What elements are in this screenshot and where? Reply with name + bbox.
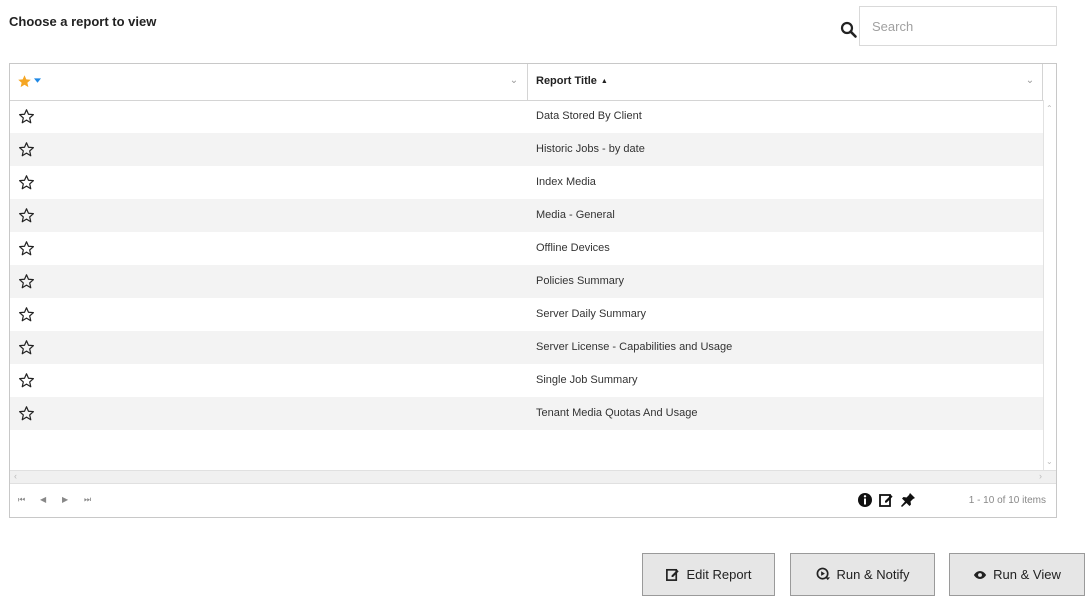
grid-header: ⌄ Report Title ▲ ⌄: [10, 64, 1056, 101]
star-outline-icon[interactable]: [18, 306, 35, 323]
table-row[interactable]: Historic Jobs - by date: [10, 133, 1043, 166]
pager: ⏮ ◀ ▶ ⏭ 1 - 10 of 10 items: [10, 483, 1056, 517]
scroll-up-icon[interactable]: ⌃: [1046, 104, 1053, 113]
report-title-cell: Tenant Media Quotas And Usage: [536, 407, 698, 419]
report-title-cell: Data Stored By Client: [536, 110, 642, 122]
report-title-cell: Media - General: [536, 209, 615, 221]
scroll-right-icon[interactable]: ›: [1039, 471, 1042, 481]
table-row[interactable]: Policies Summary: [10, 265, 1043, 298]
report-title-cell: Offline Devices: [536, 242, 610, 254]
grid-body: Data Stored By Client Historic Jobs - by …: [10, 100, 1043, 470]
star-outline-icon[interactable]: [18, 405, 35, 422]
table-row[interactable]: Single Job Summary: [10, 364, 1043, 397]
report-title-cell: Single Job Summary: [536, 374, 638, 386]
report-title-cell: Policies Summary: [536, 275, 625, 287]
star-filled-icon: [18, 75, 31, 88]
table-row[interactable]: Data Stored By Client: [10, 100, 1043, 133]
star-outline-icon[interactable]: [18, 240, 35, 257]
column-header-report-title[interactable]: Report Title ▲ ⌄: [528, 64, 1043, 100]
pager-info: 1 - 10 of 10 items: [968, 495, 1046, 506]
star-outline-icon[interactable]: [18, 174, 35, 191]
page-title: Choose a report to view: [9, 14, 157, 29]
report-title-cell: Server License - Capabilities and Usage: [536, 341, 733, 353]
search-icon[interactable]: [840, 21, 858, 39]
scroll-left-icon[interactable]: ‹: [14, 471, 17, 481]
pager-next-button[interactable]: ▶: [62, 495, 68, 504]
column-header-favorite[interactable]: ⌄: [10, 64, 528, 100]
pager-last-button[interactable]: ⏭: [84, 495, 91, 505]
star-outline-icon[interactable]: [18, 339, 35, 356]
reports-grid: ⌄ Report Title ▲ ⌄ Data Stored By Client H…: [9, 63, 1057, 518]
star-outline-icon[interactable]: [18, 141, 35, 158]
table-row[interactable]: Server License - Capabilities and Usage: [10, 331, 1043, 364]
report-title-cell: Historic Jobs - by date: [536, 143, 645, 155]
table-row[interactable]: Tenant Media Quotas And Usage: [10, 397, 1043, 430]
star-outline-icon[interactable]: [18, 207, 35, 224]
pin-icon[interactable]: [900, 492, 916, 508]
run-notify-icon: [816, 567, 830, 581]
column-menu-icon[interactable]: ⌄: [1023, 74, 1037, 88]
report-title-cell: Index Media: [536, 176, 596, 188]
run-notify-button[interactable]: Run & Notify: [790, 553, 935, 596]
run-notify-label: Run & Notify: [836, 567, 910, 582]
table-row[interactable]: Offline Devices: [10, 232, 1043, 265]
star-outline-icon[interactable]: [18, 372, 35, 389]
table-row[interactable]: Media - General: [10, 199, 1043, 232]
run-view-button[interactable]: Run & View: [949, 553, 1085, 596]
sort-desc-icon: [34, 78, 41, 83]
pager-first-button[interactable]: ⏮: [18, 495, 25, 505]
table-row[interactable]: Index Media: [10, 166, 1043, 199]
column-menu-icon[interactable]: ⌄: [507, 74, 521, 88]
edit-icon: [666, 568, 680, 581]
eye-icon: [974, 570, 987, 579]
pager-prev-button[interactable]: ◀: [40, 495, 46, 504]
horizontal-scrollbar[interactable]: ‹ ›: [10, 470, 1056, 483]
table-row[interactable]: Server Daily Summary: [10, 298, 1043, 331]
edit-report-label: Edit Report: [686, 567, 752, 582]
run-view-label: Run & View: [993, 567, 1061, 582]
report-title-cell: Server Daily Summary: [536, 308, 647, 320]
info-icon[interactable]: [857, 492, 873, 508]
star-outline-icon[interactable]: [18, 273, 35, 290]
edit-icon[interactable]: [878, 492, 894, 508]
search-input[interactable]: [859, 6, 1057, 46]
vertical-scrollbar[interactable]: ⌃ ⌄: [1043, 100, 1056, 470]
edit-report-button[interactable]: Edit Report: [642, 553, 775, 596]
scroll-down-icon[interactable]: ⌄: [1046, 457, 1053, 466]
report-title-header: Report Title ▲: [536, 75, 608, 87]
star-outline-icon[interactable]: [18, 108, 35, 125]
sort-asc-icon: ▲: [600, 78, 608, 85]
